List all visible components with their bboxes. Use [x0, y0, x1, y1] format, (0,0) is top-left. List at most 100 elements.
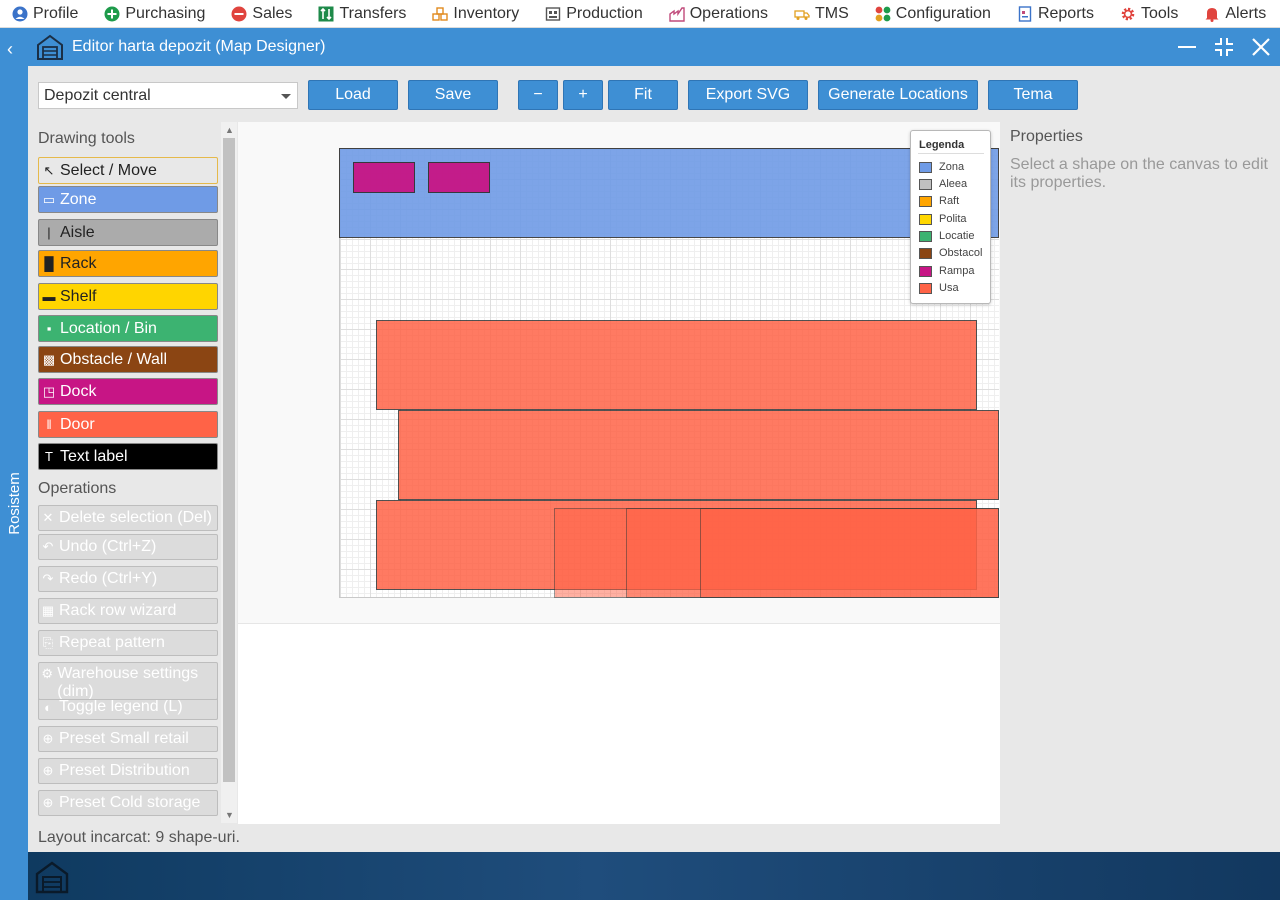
restore-icon[interactable] [1211, 34, 1237, 60]
menu-label: Profile [33, 4, 79, 22]
tool-label: Location / Bin [60, 319, 157, 337]
canvas-paper: Legenda Zona Aleea Raft Polita Locatie Obstac… [238, 122, 1000, 624]
tool-shelf[interactable]: ▬ Shelf [38, 283, 218, 310]
legend-label: Rampa [939, 265, 975, 277]
map-shape-door[interactable] [398, 410, 999, 500]
menu-operations[interactable]: Operations [669, 5, 768, 23]
truck-icon [794, 6, 810, 22]
warehouse-icon[interactable] [35, 860, 69, 894]
operation-label: Preset Cold storage [59, 794, 201, 811]
minus-circle-icon [231, 6, 247, 22]
legend-divider [918, 153, 984, 154]
map-canvas[interactable]: Legenda Zona Aleea Raft Polita Locatie Obstac… [238, 122, 1000, 824]
scroll-down-icon[interactable]: ▼ [225, 810, 234, 820]
op-warehouse-settings-dim[interactable]: ⚙ Warehouse settings (dim) [38, 662, 218, 700]
export-svg-button[interactable]: Export SVG [688, 80, 808, 110]
legend-item: Raft [919, 195, 959, 207]
save-button[interactable]: Save [408, 80, 498, 110]
side-strip-label[interactable]: Rosistem [3, 448, 25, 558]
operation-glyph-icon: ↷ [42, 571, 54, 586]
menu-label: Operations [689, 4, 768, 22]
op-preset-small-retail[interactable]: ⊕ Preset Small retail [38, 726, 218, 752]
op-redo-ctrl-y[interactable]: ↷ Redo (Ctrl+Y) [38, 566, 218, 592]
menu-label: Tools [1140, 4, 1179, 22]
legend-item: Rampa [919, 265, 974, 277]
tool-label: Obstacle / Wall [60, 350, 167, 368]
operations-heading: Operations [38, 480, 117, 497]
legend-label: Obstacol [939, 247, 983, 259]
operation-glyph-icon: ⊕ [42, 795, 54, 810]
minimize-icon[interactable] [1174, 34, 1200, 60]
tool-glyph-icon: ↖ [43, 162, 55, 178]
menu-configuration[interactable]: Configuration [875, 5, 991, 23]
sidebar-scrollbar[interactable]: ▲ ▼ [221, 122, 237, 823]
op-preset-cold-storage[interactable]: ⊕ Preset Cold storage [38, 790, 218, 816]
legend-swatch [919, 247, 932, 259]
menu-profile[interactable]: Profile [12, 5, 78, 23]
plus-circle-icon [104, 6, 120, 22]
close-icon[interactable] [1248, 34, 1274, 60]
generate-locations-button[interactable]: Generate Locations [818, 80, 978, 110]
op-preset-distribution[interactable]: ⊕ Preset Distribution [38, 758, 218, 784]
op-delete-selection-del[interactable]: ✕ Delete selection (Del) [38, 505, 218, 531]
tool-label: Select / Move [60, 161, 157, 179]
menu-tms[interactable]: TMS [794, 5, 849, 23]
operation-glyph-icon: ⎘ [42, 635, 54, 650]
operations-icon [669, 6, 685, 22]
theme-button[interactable]: Tema [988, 80, 1078, 110]
menu-inventory[interactable]: Inventory [432, 5, 519, 23]
menu-tools[interactable]: Tools [1120, 5, 1178, 23]
tool-text-label[interactable]: T Text label [38, 443, 218, 470]
operation-label: Preset Small retail [59, 730, 189, 747]
tool-rack[interactable]: █ Rack [38, 250, 218, 277]
scrollbar-thumb[interactable] [223, 138, 235, 782]
menu-label: Configuration [895, 4, 991, 22]
tool-label: Aisle [60, 223, 95, 241]
tool-obstacle-wall[interactable]: ▩ Obstacle / Wall [38, 346, 218, 373]
tool-door[interactable]: ‖ Door [38, 411, 218, 438]
report-icon [1017, 5, 1033, 22]
map-shape-dock[interactable] [353, 162, 415, 193]
warehouse-icon [37, 34, 63, 60]
legend-swatch [919, 265, 932, 277]
fit-button[interactable]: Fit [608, 80, 678, 110]
toolbar: Depozit central Load Save − + Fit Export… [38, 80, 1268, 110]
scroll-up-icon[interactable]: ▲ [225, 125, 234, 135]
load-button[interactable]: Load [308, 80, 398, 110]
op-rack-row-wizard[interactable]: ▦ Rack row wizard [38, 598, 218, 624]
legend-title: Legenda [919, 139, 965, 151]
legend-item: Usa [919, 282, 959, 294]
chevron-left-icon[interactable]: ‹ [7, 40, 13, 58]
warehouse-select[interactable]: Depozit central [38, 82, 298, 109]
chevron-down-icon [281, 94, 291, 99]
menu-alerts[interactable]: Alerts [1204, 5, 1266, 23]
operation-glyph-icon: ▦ [41, 603, 55, 618]
tool-glyph-icon: ▪ [46, 321, 52, 336]
menu-purchasing[interactable]: Purchasing [104, 5, 205, 23]
tool-zone[interactable]: ▭ Zone [38, 186, 218, 213]
zoom-in-button[interactable]: + [563, 80, 603, 110]
operation-label: Delete selection (Del) [59, 509, 212, 526]
tool-location-bin[interactable]: ▪ Location / Bin [38, 315, 218, 342]
legend-label: Raft [939, 195, 960, 207]
tool-select-move[interactable]: ↖ Select / Move [38, 157, 218, 184]
menu-reports[interactable]: Reports [1017, 5, 1094, 23]
map-shape-door[interactable] [700, 508, 999, 598]
map-shape-dock[interactable] [428, 162, 490, 193]
operation-label: Redo (Ctrl+Y) [59, 570, 158, 587]
menu-label: Purchasing [125, 4, 206, 22]
map-shape-door[interactable] [376, 320, 977, 410]
op-repeat-pattern[interactable]: ⎘ Repeat pattern [38, 630, 218, 656]
menu-transfers[interactable]: Transfers [318, 5, 406, 23]
menu-production[interactable]: Production [545, 5, 643, 23]
menu-sales[interactable]: Sales [231, 5, 292, 23]
tool-dock[interactable]: ◳ Dock [38, 378, 218, 405]
operation-glyph-icon: ◐ [44, 699, 52, 715]
dots-grid-icon [875, 6, 891, 22]
status-text: Layout incarcat: 9 shape-uri. [38, 829, 240, 846]
op-undo-ctrl-z[interactable]: ↶ Undo (Ctrl+Z) [38, 534, 218, 560]
legend-label: Locatie [939, 230, 975, 242]
operation-label: Preset Distribution [59, 762, 190, 779]
zoom-out-button[interactable]: − [518, 80, 558, 110]
tool-aisle[interactable]: | Aisle [38, 219, 218, 246]
